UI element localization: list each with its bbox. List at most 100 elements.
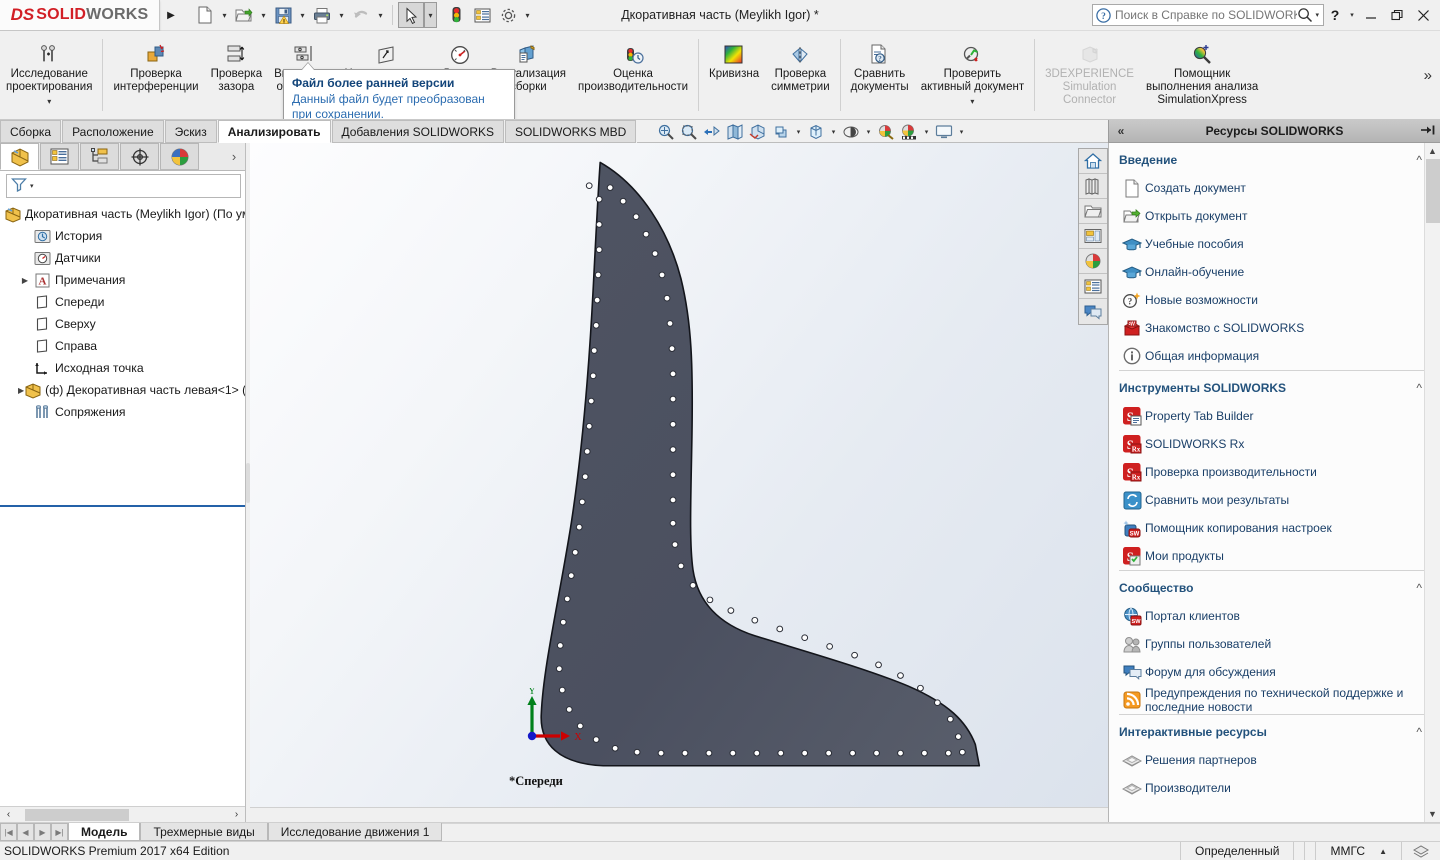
search-caret[interactable]: ▾ bbox=[1313, 11, 1321, 19]
folder-icon[interactable] bbox=[1079, 199, 1107, 224]
resources-link[interactable]: Общая информация bbox=[1119, 342, 1428, 370]
hide-show-icon[interactable] bbox=[805, 121, 827, 143]
resources-scroll-thumb[interactable] bbox=[1426, 159, 1440, 223]
viewport-layout-caret[interactable]: ▾ bbox=[956, 121, 967, 143]
ribbon-command-symmetry[interactable]: Проверка симметрии bbox=[765, 31, 836, 119]
tree-item[interactable]: Справа bbox=[0, 335, 245, 357]
new-document-button[interactable] bbox=[192, 2, 218, 28]
doc-nav-button-2[interactable]: ▶ bbox=[34, 823, 51, 841]
tab-анализировать[interactable]: Анализировать bbox=[218, 120, 331, 143]
open-document-caret[interactable]: ▾ bbox=[257, 2, 270, 28]
dimxpert-manager-tab[interactable] bbox=[120, 143, 159, 170]
resources-section-header[interactable]: Интерактивные ресурсы^ bbox=[1119, 718, 1428, 746]
options-caret[interactable]: ▾ bbox=[521, 2, 534, 28]
resources-section-header[interactable]: Введение^ bbox=[1119, 146, 1428, 174]
resources-link[interactable]: SWПомощник копирования настроек bbox=[1119, 514, 1428, 542]
resources-link[interactable]: Онлайн-обучение bbox=[1119, 258, 1428, 286]
doc-nav-button-3[interactable]: ▶| bbox=[51, 823, 68, 841]
menu-expand-button[interactable]: ▶ bbox=[160, 10, 182, 21]
ribbon-command-design-study[interactable]: Исследование проектирования▾ bbox=[0, 31, 98, 119]
hide-show-caret[interactable]: ▾ bbox=[828, 121, 839, 143]
doc-nav-button-1[interactable]: ◀ bbox=[17, 823, 34, 841]
resources-link[interactable]: Группы пользователей bbox=[1119, 630, 1428, 658]
feature-manager-more-button[interactable]: › bbox=[223, 143, 245, 170]
search-icon[interactable] bbox=[1297, 7, 1313, 23]
tree-item[interactable]: Сопряжения bbox=[0, 401, 245, 423]
tab-эскиз[interactable]: Эскиз bbox=[165, 120, 217, 143]
resources-link[interactable]: Решения партнеров bbox=[1119, 746, 1428, 774]
undo-caret[interactable]: ▾ bbox=[374, 2, 387, 28]
undo-button[interactable] bbox=[348, 2, 374, 28]
chevron-down-icon[interactable]: ▾ bbox=[970, 95, 974, 108]
display-style-icon[interactable] bbox=[770, 121, 792, 143]
appearance-icon[interactable] bbox=[898, 121, 920, 143]
resources-scroll-down[interactable]: ▼ bbox=[1425, 806, 1440, 822]
help-caret[interactable]: ▾ bbox=[1346, 11, 1358, 19]
tree-item[interactable]: ▶AПримечания bbox=[0, 269, 245, 291]
tree-item[interactable]: Датчики bbox=[0, 247, 245, 269]
ribbon-overflow-button[interactable]: » bbox=[1416, 67, 1440, 84]
search-input[interactable] bbox=[1115, 8, 1297, 22]
tree-item[interactable]: Спереди bbox=[0, 291, 245, 313]
print-caret[interactable]: ▾ bbox=[335, 2, 348, 28]
viewport-hscrollbar[interactable] bbox=[250, 807, 1108, 822]
resources-link[interactable]: SWЗнакомство с SOLIDWORKS bbox=[1119, 314, 1428, 342]
tab-добавления-solidworks[interactable]: Добавления SOLIDWORKS bbox=[332, 120, 505, 143]
chevron-right-icon[interactable]: ▶ bbox=[18, 276, 32, 285]
resources-link[interactable]: Создать документ bbox=[1119, 174, 1428, 202]
resources-link[interactable]: Учебные пособия bbox=[1119, 230, 1428, 258]
units-caret[interactable]: ▲ bbox=[1379, 847, 1387, 856]
editing-icon[interactable] bbox=[1401, 842, 1440, 860]
save-button[interactable] bbox=[270, 2, 296, 28]
ribbon-command-check-doc[interactable]: Проверить активный документ▾ bbox=[915, 31, 1030, 119]
resources-link[interactable]: SМои продукты bbox=[1119, 542, 1428, 570]
appearance-caret[interactable]: ▾ bbox=[921, 121, 932, 143]
filter-caret[interactable]: ▾ bbox=[30, 182, 34, 190]
pin-panel-button[interactable] bbox=[1416, 124, 1440, 139]
ribbon-command-compare-docs[interactable]: ?Сравнить документы bbox=[845, 31, 915, 119]
print-button[interactable] bbox=[309, 2, 335, 28]
zoom-area-icon[interactable] bbox=[678, 121, 700, 143]
resources-link[interactable]: ?Новые возможности bbox=[1119, 286, 1428, 314]
property-manager-tab[interactable] bbox=[40, 143, 79, 170]
custom-properties-icon[interactable] bbox=[1079, 274, 1107, 299]
view-settings-caret[interactable]: ▾ bbox=[863, 121, 874, 143]
options-button[interactable] bbox=[495, 2, 521, 28]
hscroll-track[interactable] bbox=[17, 808, 228, 822]
select-tool-button[interactable] bbox=[398, 2, 424, 28]
ribbon-command-simulationxpress[interactable]: Помощник выполнения анализа SimulationXp… bbox=[1140, 31, 1264, 119]
resources-link[interactable]: Предупреждения по технической поддержке … bbox=[1119, 686, 1428, 714]
resources-link[interactable]: SRxПроверка производительности bbox=[1119, 458, 1428, 486]
view-palette-icon[interactable] bbox=[1079, 224, 1107, 249]
previous-view-icon[interactable] bbox=[701, 121, 723, 143]
configuration-manager-tab[interactable] bbox=[80, 143, 119, 170]
resources-link[interactable]: SProperty Tab Builder bbox=[1119, 402, 1428, 430]
collapse-panel-button[interactable]: « bbox=[1109, 124, 1133, 138]
feature-tree-hscrollbar[interactable]: ‹ › bbox=[0, 806, 245, 822]
graphics-viewport[interactable]: Y X *Спереди bbox=[250, 143, 1108, 822]
document-tab[interactable]: Трехмерные виды bbox=[140, 823, 267, 841]
tree-root-item[interactable]: Дкоративная часть (Meylikh Igor) (По ум bbox=[0, 203, 245, 225]
ribbon-command-curvature[interactable]: Кривизна bbox=[703, 31, 765, 119]
ribbon-command-performance[interactable]: Оценка производительности bbox=[572, 31, 694, 119]
rebuild-button[interactable] bbox=[443, 2, 469, 28]
display-manager-tab[interactable] bbox=[160, 143, 199, 170]
view-orientation-icon[interactable] bbox=[747, 121, 769, 143]
tree-item[interactable]: ▶(ф) Декоративная часть левая<1> (I bbox=[0, 379, 245, 401]
resources-vscrollbar[interactable]: ▲ ▼ bbox=[1424, 143, 1440, 822]
document-tab[interactable]: Исследование движения 1 bbox=[268, 823, 443, 841]
viewport-layout-icon[interactable] bbox=[933, 121, 955, 143]
ribbon-command-clearance[interactable]: Проверка зазора bbox=[205, 31, 269, 119]
appearances-icon[interactable] bbox=[1079, 249, 1107, 274]
help-button[interactable]: ? bbox=[1324, 7, 1346, 23]
tree-item[interactable]: История bbox=[0, 225, 245, 247]
restore-button[interactable] bbox=[1384, 3, 1410, 28]
file-properties-button[interactable] bbox=[469, 2, 495, 28]
zoom-fit-icon[interactable] bbox=[655, 121, 677, 143]
tab-сборка[interactable]: Сборка bbox=[0, 120, 61, 143]
display-style-caret[interactable]: ▾ bbox=[793, 121, 804, 143]
chevron-down-icon[interactable]: ▾ bbox=[47, 95, 51, 108]
document-tab[interactable]: Модель bbox=[68, 823, 140, 841]
resources-link[interactable]: SWПортал клиентов bbox=[1119, 602, 1428, 630]
view-settings-icon[interactable] bbox=[840, 121, 862, 143]
